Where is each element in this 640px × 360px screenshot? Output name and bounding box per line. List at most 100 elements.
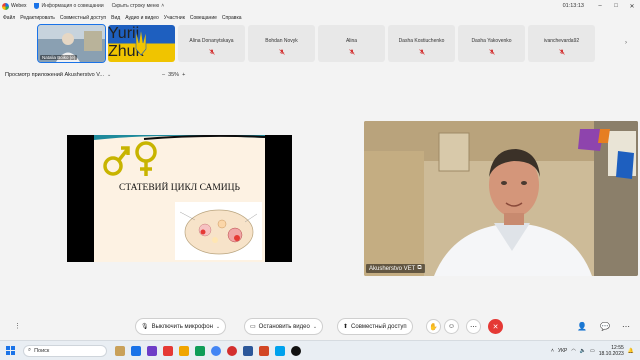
hide-menu-button[interactable]: Скрыть строку меню ˄ — [112, 3, 165, 9]
app-title: Webex — [0, 2, 27, 10]
meeting-info-button[interactable]: Информация о совещании — [34, 3, 104, 9]
more-options-button[interactable]: ⋯ — [466, 319, 481, 334]
zoom-in-icon[interactable]: + — [182, 72, 185, 78]
menu-share[interactable]: Совместный доступ — [60, 15, 106, 21]
participant-name: Bohdan Novyk — [265, 38, 298, 44]
app-icon[interactable] — [131, 345, 141, 356]
layout-icon[interactable]: ⋮ — [14, 322, 21, 330]
app-icon[interactable] — [163, 345, 173, 356]
word-icon[interactable] — [243, 345, 253, 356]
participant-tile[interactable]: Dasha Kostiuchenko — [388, 25, 455, 62]
shared-content: СТАТЕВИЙ ЦИКЛ САМИЦЬ — [67, 135, 292, 262]
notification-icon[interactable]: 🔔 — [628, 348, 634, 354]
chevron-down-icon[interactable]: ⌄ — [216, 324, 220, 330]
menu-participant[interactable]: Участник — [164, 15, 185, 21]
clock-date: 18.10.2023 — [598, 351, 624, 357]
clock[interactable]: 12:55 18.10.2023 — [599, 345, 624, 357]
menu-audio-video[interactable]: Аудио и видео — [125, 15, 159, 21]
chevron-up-icon: ˄ — [161, 3, 165, 9]
hand-icon: ✋ — [429, 323, 438, 331]
more-icon: ⋯ — [470, 323, 477, 331]
presentation-slide: СТАТЕВИЙ ЦИКЛ САМИЦЬ — [94, 135, 265, 262]
powerpoint-icon[interactable] — [259, 345, 269, 356]
mic-muted-icon — [559, 49, 565, 55]
file-explorer-icon[interactable] — [115, 345, 125, 356]
participant-tile[interactable]: Natalia Boiko (e) — [37, 24, 106, 63]
share-button[interactable]: ⬆ Совместный доступ — [337, 318, 413, 335]
opera-icon[interactable] — [227, 345, 237, 356]
menu-edit[interactable]: Редактировать — [20, 15, 55, 21]
participant-strip: Natalia Boiko (e) Yurii Zhuk Alina Donan… — [37, 24, 595, 63]
menu-bar: Файл Редактировать Совместный доступ Вид… — [0, 12, 640, 23]
speaker-video-image — [364, 121, 638, 276]
mute-button[interactable]: 🎙 Выключить микрофон ⌄ — [135, 318, 227, 335]
app-icon[interactable] — [147, 345, 157, 356]
participant-tile[interactable]: Alina — [318, 25, 385, 62]
webex-icon[interactable] — [291, 345, 301, 356]
zoom-out-icon[interactable]: – — [162, 72, 165, 78]
stop-video-button[interactable]: ▭ Остановить видео ⌄ — [244, 318, 324, 335]
participant-name: ivanchevarda92 — [543, 38, 580, 44]
chevron-down-icon[interactable]: ⌄ — [107, 72, 111, 78]
participant-tile[interactable]: Bohdan Novyk — [248, 25, 315, 62]
menu-help[interactable]: Справка — [222, 15, 242, 21]
app-icon[interactable] — [179, 345, 189, 356]
volume-icon[interactable]: 🔈 — [580, 348, 586, 354]
ovary-diagram-image — [175, 202, 262, 260]
reactions-button[interactable]: ☺ — [444, 319, 459, 334]
wifi-icon[interactable]: ◠ — [571, 348, 575, 354]
mic-icon: 🎙 — [141, 324, 149, 330]
menu-meeting[interactable]: Совещание — [190, 15, 217, 21]
mute-label: Выключить микрофон — [151, 323, 213, 330]
mic-muted-icon — [489, 49, 495, 55]
screen-icon: ⧉ — [417, 265, 422, 271]
main-video-tile[interactable]: Akusherstvo VET ⧉ — [364, 121, 638, 276]
raise-hand-button[interactable]: ✋ — [426, 319, 441, 334]
taskbar-search[interactable]: ⌕ Поиск — [23, 344, 107, 357]
more-icon[interactable]: ⋯ — [622, 322, 630, 331]
chevron-right-icon[interactable]: › — [625, 40, 627, 46]
share-title: Просмотр приложений Akusherstvo V... — [5, 72, 105, 78]
stop-video-label: Остановить видео — [258, 323, 310, 330]
participant-tile[interactable]: Dasha Yakovenko — [458, 25, 525, 62]
participant-tile[interactable]: ivanchevarda92 — [528, 25, 595, 62]
maximize-icon[interactable]: □ — [608, 0, 624, 12]
speaker-name-label: Akusherstvo VET ⧉ — [366, 264, 425, 273]
menu-view[interactable]: Вид — [111, 15, 120, 21]
participant-name: Dasha Kostiuchenko — [398, 38, 445, 44]
meeting-controls: ⋮ 🎙 Выключить микрофон ⌄ ▭ Остановить ви… — [0, 318, 640, 338]
search-placeholder: Поиск — [34, 347, 50, 354]
taskbar-apps — [115, 345, 301, 356]
mic-muted-icon — [419, 49, 425, 55]
chevron-down-icon[interactable]: ⌄ — [313, 324, 317, 330]
trident-icon — [135, 28, 147, 56]
app-icon[interactable] — [275, 345, 285, 356]
mic-muted-icon — [349, 49, 355, 55]
chevron-up-icon[interactable]: ˄ — [551, 348, 554, 354]
chat-icon[interactable]: 💬 — [600, 322, 610, 331]
participant-tile[interactable]: Alina Donanytskaya — [178, 25, 245, 62]
participant-tile[interactable]: Yurii Zhuk — [108, 25, 175, 62]
meeting-info-label: Информация о совещании — [41, 3, 104, 9]
system-tray: ˄ УКР ◠ 🔈 ▭ 12:55 18.10.2023 🔔 — [551, 341, 634, 360]
language-indicator[interactable]: УКР — [558, 348, 567, 354]
hide-menu-label: Скрыть строку меню — [111, 3, 160, 9]
app-icon[interactable] — [195, 345, 205, 356]
chrome-icon[interactable] — [211, 345, 221, 356]
zoom-control: – 35% + — [162, 69, 185, 81]
close-icon[interactable]: ✕ — [624, 0, 640, 12]
participants-icon[interactable]: 👤 — [577, 322, 587, 331]
smiley-icon: ☺ — [447, 323, 456, 330]
windows-taskbar: ⌕ Поиск ˄ УКР ◠ 🔈 ▭ 12:55 18.10.2023 🔔 — [0, 340, 640, 360]
leave-meeting-button[interactable]: ✕ — [488, 319, 503, 334]
minimize-icon[interactable]: – — [592, 0, 608, 12]
share-icon: ⬆ — [343, 324, 349, 330]
start-icon[interactable] — [6, 346, 15, 355]
battery-icon[interactable]: ▭ — [590, 348, 595, 354]
slide-title: СТАТЕВИЙ ЦИКЛ САМИЦЬ — [119, 183, 240, 193]
title-bar: Webex Информация о совещании Скрыть стро… — [0, 0, 640, 12]
webex-logo-icon — [2, 2, 9, 10]
app-name: Webex — [11, 3, 27, 9]
meeting-timer: 01:13:13 — [562, 3, 584, 9]
menu-file[interactable]: Файл — [3, 15, 15, 21]
